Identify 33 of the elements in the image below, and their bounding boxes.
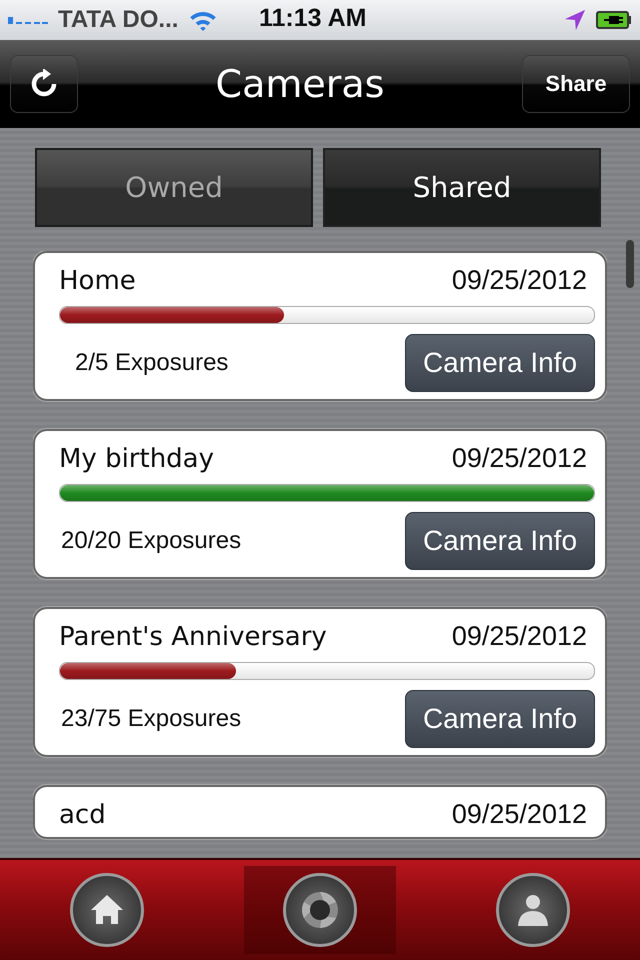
exposure-count: 23/75 Exposures	[60, 705, 242, 733]
camera-name: Home	[59, 266, 136, 296]
segment-tab[interactable]: Owned	[35, 148, 313, 227]
camera-info-button[interactable]: Camera Info	[405, 334, 595, 392]
camera-card[interactable]: acd 09/25/2012	[33, 785, 607, 839]
carrier-name: TATA DO...	[58, 6, 178, 34]
screen-title: Cameras	[216, 62, 384, 106]
camera-date: 09/25/2012	[452, 621, 587, 652]
camera-info-button[interactable]: Camera Info	[405, 690, 595, 748]
status-time: 11:13 AM	[259, 4, 366, 33]
refresh-icon	[29, 69, 59, 99]
tab-bar-item[interactable]	[244, 866, 396, 954]
scrollbar	[626, 240, 634, 288]
camera-name: acd	[59, 800, 106, 830]
camera-date: 09/25/2012	[452, 443, 587, 474]
camera-card[interactable]: My birthday 09/25/2012 20/20 Exposures Camera Info	[33, 429, 607, 579]
exposure-count: 2/5 Exposures	[74, 349, 228, 377]
signal-icon	[8, 15, 48, 25]
camera-info-button[interactable]: Camera Info	[405, 512, 595, 570]
camera-card[interactable]: Home 09/25/2012 2/5 Exposures Camera Info	[33, 251, 607, 401]
share-button[interactable]: Share	[522, 55, 630, 113]
location-arrow-icon	[564, 9, 586, 31]
aperture-icon	[300, 890, 340, 930]
battery-charging-icon	[596, 11, 632, 29]
camera-name: My birthday	[59, 444, 214, 474]
wifi-icon	[188, 9, 218, 31]
exposure-count: 20/20 Exposures	[60, 527, 242, 555]
refresh-button[interactable]	[10, 55, 78, 113]
camera-date: 09/25/2012	[452, 265, 587, 296]
camera-name: Parent's Anniversary	[59, 622, 327, 652]
camera-card[interactable]: Parent's Anniversary 09/25/2012 23/75 Exposures Camera Info	[33, 607, 607, 757]
camera-date: 09/25/2012	[452, 799, 587, 830]
segment-tab[interactable]: Shared	[323, 148, 601, 227]
